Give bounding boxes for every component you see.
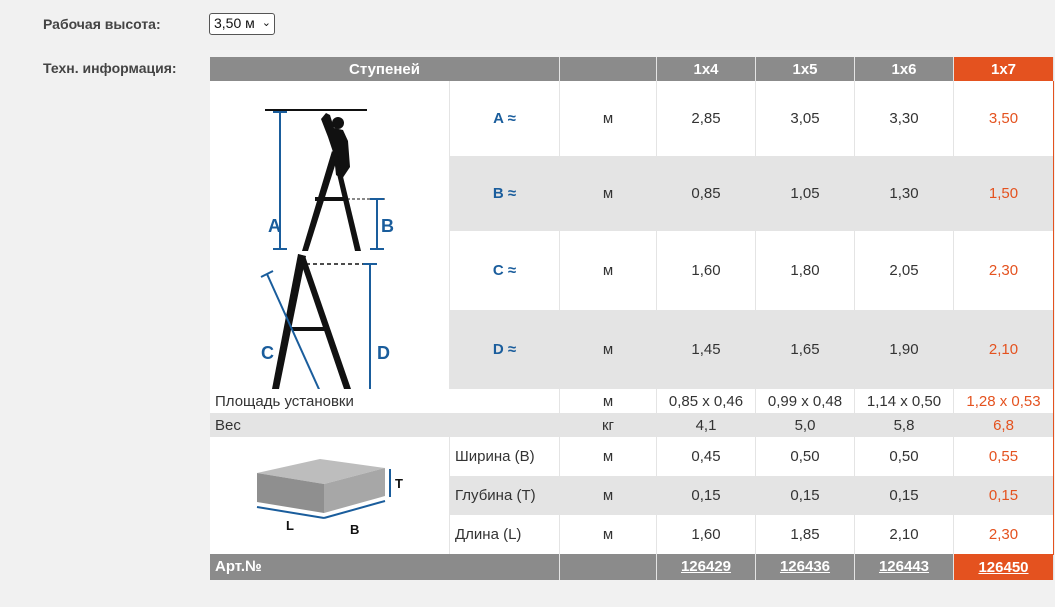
dim-d-col-1: 1,45 xyxy=(656,310,756,389)
dim-b-col-2: 1,05 xyxy=(755,156,855,231)
working-height-select[interactable]: 3,50 м ⌄ xyxy=(209,13,275,35)
dim-unit-c: м xyxy=(559,231,657,310)
dim-a-col-4: 3,50 xyxy=(953,81,1054,156)
weight-label: Вес xyxy=(210,413,560,437)
art-link-3[interactable]: 126443 xyxy=(879,558,929,575)
header-col-3: 1x6 xyxy=(854,57,954,81)
weight-col-1: 4,1 xyxy=(656,413,756,437)
width-col-3: 0,50 xyxy=(854,437,954,476)
area-col-1: 0,85 x 0,46 xyxy=(656,389,756,413)
art-label: Арт.№ xyxy=(210,554,560,580)
depth-col-3: 0,15 xyxy=(854,476,954,515)
label-a: A xyxy=(268,216,281,236)
table-row-width: T L B Ширина (B) м 0,45 0,50 0,50 0,55 xyxy=(210,437,1054,554)
dim-d-col-3: 1,90 xyxy=(854,310,954,389)
table-row-a: A B C D A ≈ м 2,85 3,05 3,30 3,50 xyxy=(210,81,1054,389)
dim-d-col-2: 1,65 xyxy=(755,310,855,389)
dim-c-col-4: 2,30 xyxy=(953,231,1054,310)
dim-b-col-4: 1,50 xyxy=(953,156,1054,231)
depth-col-4: 0,15 xyxy=(953,476,1054,515)
art-unit xyxy=(559,554,657,580)
depth-label: Глубина (T) xyxy=(449,476,560,515)
chevron-down-icon: ⌄ xyxy=(261,17,271,29)
length-label: Длина (L) xyxy=(449,515,560,554)
ladder-diagram-cell: A B C D xyxy=(210,81,450,389)
table-row-weight: Вес кг 4,1 5,0 5,8 6,8 xyxy=(210,413,1054,437)
depth-unit: м xyxy=(559,476,657,515)
working-height-label: Рабочая высота: xyxy=(43,16,161,32)
weight-col-4: 6,8 xyxy=(953,413,1054,437)
area-unit: м xyxy=(559,389,657,413)
depth-col-1: 0,15 xyxy=(656,476,756,515)
dim-unit-d: м xyxy=(559,310,657,389)
tech-info-label: Техн. информация: xyxy=(43,60,177,76)
dim-a-col-3: 3,30 xyxy=(854,81,954,156)
dim-c-col-1: 1,60 xyxy=(656,231,756,310)
depth-col-2: 0,15 xyxy=(755,476,855,515)
header-col-1: 1x4 xyxy=(656,57,756,81)
width-col-2: 0,50 xyxy=(755,437,855,476)
dim-a-col-2: 3,05 xyxy=(755,81,855,156)
area-col-3: 1,14 x 0,50 xyxy=(854,389,954,413)
dim-d-col-4: 2,10 xyxy=(953,310,1054,389)
header-steps: Ступеней xyxy=(210,57,560,81)
tech-info-table: Ступеней 1x4 1x5 1x6 1x7 A B C D A ≈ м 2… xyxy=(210,57,1054,580)
art-link-2[interactable]: 126436 xyxy=(780,558,830,575)
width-col-1: 0,45 xyxy=(656,437,756,476)
table-row-art: Арт.№ 126429 126436 126443 126450 xyxy=(210,554,1054,580)
label-l: L xyxy=(286,518,294,533)
dim-b-col-1: 0,85 xyxy=(656,156,756,231)
weight-col-2: 5,0 xyxy=(755,413,855,437)
label-b2: B xyxy=(350,522,359,537)
header-col-2: 1x5 xyxy=(755,57,855,81)
dim-unit-b: м xyxy=(559,156,657,231)
weight-col-3: 5,8 xyxy=(854,413,954,437)
length-unit: м xyxy=(559,515,657,554)
width-label: Ширина (B) xyxy=(449,437,560,476)
dim-label-d: D ≈ xyxy=(449,310,560,389)
area-col-2: 0,99 x 0,48 xyxy=(755,389,855,413)
table-row-area: Площадь установки м 0,85 x 0,46 0,99 x 0… xyxy=(210,389,1054,413)
length-col-2: 1,85 xyxy=(755,515,855,554)
dim-unit-a: м xyxy=(559,81,657,156)
header-col-4: 1x7 xyxy=(953,57,1054,81)
label-b: B xyxy=(381,216,394,236)
label-d: D xyxy=(377,343,390,363)
art-link-4[interactable]: 126450 xyxy=(978,559,1028,576)
dim-label-b: B ≈ xyxy=(449,156,560,231)
dim-label-a: A ≈ xyxy=(449,81,560,156)
package-diagram-cell: T L B xyxy=(210,437,450,554)
working-height-value: 3,50 м xyxy=(214,15,255,31)
package-dimensions-diagram: T L B xyxy=(256,459,403,537)
label-t: T xyxy=(395,476,403,491)
header-unit xyxy=(559,57,657,81)
weight-unit: кг xyxy=(559,413,657,437)
dim-c-col-3: 2,05 xyxy=(854,231,954,310)
dim-label-c: C ≈ xyxy=(449,231,560,310)
art-link-1[interactable]: 126429 xyxy=(681,558,731,575)
width-col-4: 0,55 xyxy=(953,437,1054,476)
dim-c-col-2: 1,80 xyxy=(755,231,855,310)
area-label: Площадь установки xyxy=(210,389,560,413)
length-col-1: 1,60 xyxy=(656,515,756,554)
width-unit: м xyxy=(559,437,657,476)
length-col-4: 2,30 xyxy=(953,515,1054,555)
area-col-4: 1,28 x 0,53 xyxy=(953,389,1054,413)
ladder-dimensions-diagram: A B C D xyxy=(260,109,394,389)
dim-a-col-1: 2,85 xyxy=(656,81,756,156)
label-c: C xyxy=(261,343,274,363)
dim-b-col-3: 1,30 xyxy=(854,156,954,231)
table-header-row: Ступеней 1x4 1x5 1x6 1x7 xyxy=(210,57,1054,81)
length-col-3: 2,10 xyxy=(854,515,954,554)
